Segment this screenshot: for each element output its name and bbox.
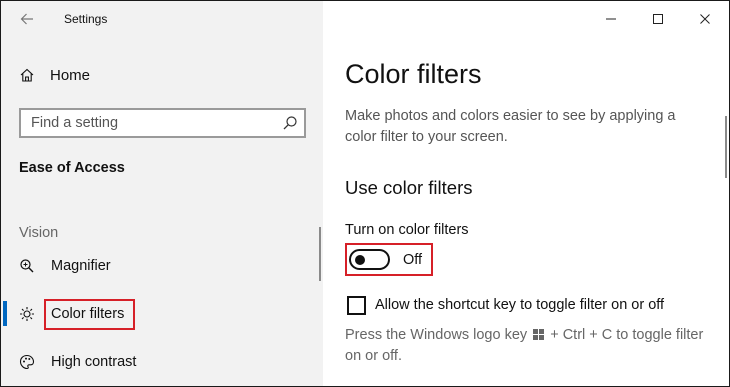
main-scrollbar[interactable] (725, 116, 727, 178)
section-label-vision: Vision (19, 225, 59, 241)
search-box (19, 108, 306, 138)
checkbox-label: Allow the shortcut key to toggle filter … (375, 297, 665, 313)
minimize-button[interactable] (596, 7, 626, 31)
windows-logo-icon (533, 329, 545, 340)
toggle-label: Turn on color filters (345, 222, 469, 238)
minimize-icon (606, 18, 616, 20)
palette-icon (19, 354, 35, 370)
main-content: Color filters Make photos and colors eas… (323, 1, 729, 386)
sidebar-item-magnifier[interactable]: Magnifier (19, 254, 111, 278)
sidebar-scrollbar[interactable] (319, 227, 321, 281)
hint-text-before: Press the Windows logo key (345, 327, 528, 343)
back-button[interactable] (15, 7, 39, 31)
sidebar-item-label: High contrast (51, 354, 137, 370)
maximize-button[interactable] (643, 7, 673, 31)
close-button[interactable] (690, 7, 720, 31)
shortcut-hint: Press the Windows logo key + Ctrl + C to… (345, 325, 715, 367)
search-icon[interactable] (282, 115, 298, 131)
app-title: Settings (64, 12, 108, 26)
sidebar-item-label: Magnifier (51, 258, 111, 274)
search-input[interactable] (21, 110, 276, 136)
sidebar-item-label: Home (50, 66, 91, 84)
page-description: Make photos and colors easier to see by … (345, 108, 676, 145)
sidebar-item-high-contrast[interactable]: High contrast (19, 350, 136, 374)
close-icon (700, 14, 710, 24)
highlight-box-color-filters (44, 299, 135, 330)
brightness-icon (20, 307, 34, 321)
sidebar-item-home[interactable]: Home (19, 64, 90, 86)
magnifier-icon (20, 259, 34, 273)
home-icon (20, 68, 34, 82)
page-title: Color filters (345, 59, 482, 89)
section-heading: Use color filters (345, 177, 473, 198)
maximize-icon (653, 14, 663, 24)
sidebar: Settings Home Ease of Access Vision Magn… (1, 1, 323, 386)
back-arrow-icon (20, 13, 33, 25)
highlight-box-toggle (345, 243, 433, 276)
shortcut-key-checkbox[interactable] (347, 296, 366, 315)
selection-indicator (3, 301, 7, 326)
settings-window: Settings Home Ease of Access Vision Magn… (0, 0, 730, 387)
category-heading: Ease of Access (19, 160, 125, 176)
